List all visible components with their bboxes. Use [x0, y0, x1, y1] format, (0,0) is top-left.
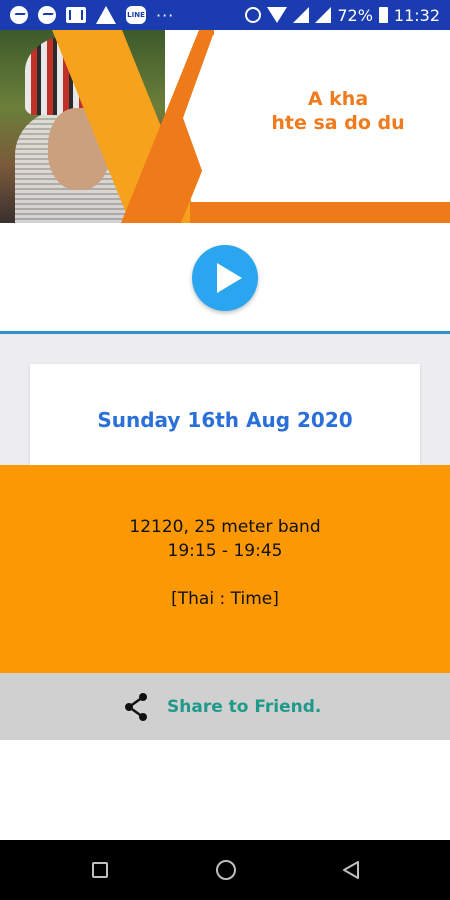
timezone-text: [Thai : Time]	[171, 589, 279, 609]
banner-stripe	[190, 202, 450, 223]
line-icon: LINE	[126, 6, 146, 24]
signal-icon	[293, 7, 310, 23]
more-icon: ···	[156, 5, 175, 25]
recent-apps-icon[interactable]	[92, 862, 108, 878]
share-icon	[125, 693, 147, 721]
home-icon[interactable]	[216, 860, 236, 880]
play-button[interactable]	[192, 245, 258, 311]
status-bar: LINE ··· 72% 11:32	[0, 0, 450, 30]
broadcast-date: Sunday 16th Aug 2020	[97, 408, 353, 432]
wifi-icon	[267, 7, 288, 23]
frequency-text: 12120, 25 meter band	[129, 517, 321, 537]
signal-icon	[315, 7, 332, 23]
play-icon	[217, 263, 242, 293]
share-label: Share to Friend.	[167, 697, 322, 717]
messenger-icon	[10, 6, 28, 24]
messenger-icon	[38, 6, 56, 24]
battery-percent: 72%	[337, 5, 373, 25]
time-range-text: 19:15 - 19:45	[167, 541, 283, 561]
clock: 11:32	[393, 5, 440, 25]
alarm-icon	[245, 7, 262, 23]
notification-icons: LINE ···	[10, 0, 174, 30]
app-title-line1: A kha	[307, 88, 369, 110]
system-icons: 72% 11:32	[245, 0, 440, 30]
battery-icon	[378, 7, 388, 23]
schedule-info: 12120, 25 meter band 19:15 - 19:45 [Thai…	[0, 515, 450, 611]
back-icon[interactable]	[342, 860, 360, 880]
warning-icon	[96, 6, 116, 24]
gmail-icon	[66, 7, 86, 23]
header-banner: A kha hte sa do du	[0, 30, 450, 223]
app-title-line2: hte sa do du	[271, 112, 405, 134]
app-title: A kha hte sa do du	[238, 87, 438, 135]
